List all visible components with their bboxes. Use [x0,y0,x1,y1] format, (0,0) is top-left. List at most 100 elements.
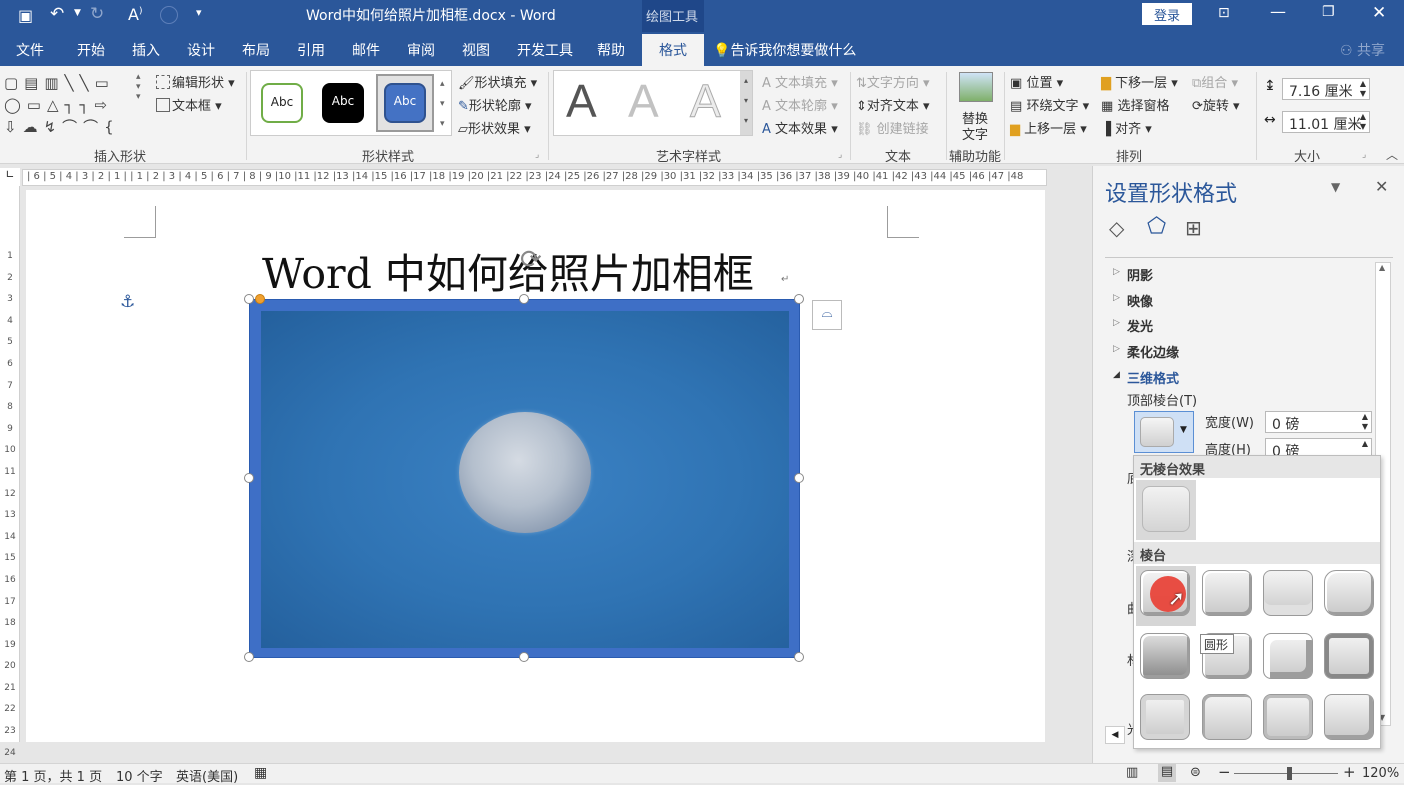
zoom-in-icon[interactable]: + [1343,763,1356,781]
zoom-slider-thumb[interactable] [1287,767,1292,780]
resize-handle[interactable] [244,652,254,662]
language[interactable]: 英语(美国) [176,766,238,785]
undo-icon[interactable]: ↶ [50,4,64,24]
tab-review[interactable]: 审阅 [407,40,435,60]
print-layout-icon[interactable]: ▤ [1158,764,1176,782]
text-box-button[interactable]: 文本框 ▾ [156,95,222,114]
resize-handle[interactable] [794,652,804,662]
minimize-icon[interactable]: — [1270,2,1286,21]
zoom-slider[interactable] [1234,773,1338,774]
tab-insert[interactable]: 插入 [132,40,160,60]
horizontal-ruler[interactable]: | 6 | 5 | 4 | 3 | 2 | 1 | | 1 | 2 | 3 | … [22,169,1047,186]
wordart-style-option[interactable]: A [628,74,659,128]
scroll-left-icon[interactable]: ◀ [1105,726,1125,744]
share-button[interactable]: ⚇ 共享 [1340,40,1385,60]
save-icon[interactable]: ▣ [18,6,33,25]
resize-handle[interactable] [519,652,529,662]
tab-design[interactable]: 设计 [187,40,215,60]
effects-icon[interactable]: ⬠ [1147,214,1166,239]
dialog-launcher-icon[interactable]: ⌟ [535,150,539,160]
bevel-option[interactable] [1263,570,1313,616]
section-glow[interactable]: 发光 [1127,316,1153,335]
rotate-handle-icon[interactable]: ⟳ [520,245,542,275]
document-heading[interactable]: Word 中如何给照片加相框 [262,240,754,300]
shape-fill-button[interactable]: 🖌形状填充 ▾ [458,72,537,91]
dialog-launcher-icon[interactable]: ⌟ [1362,150,1366,160]
bevel-option[interactable] [1202,694,1252,740]
pane-options-icon[interactable]: ▼ [1331,180,1340,194]
pane-close-icon[interactable]: ✕ [1375,177,1388,196]
tab-format[interactable]: 格式 [642,34,704,66]
touch-mode-icon[interactable] [160,6,178,24]
rotate-button[interactable]: ⟳旋转 ▾ [1192,95,1240,114]
scroll-up-icon[interactable]: ▲ [1379,263,1385,272]
shape-style-option[interactable]: Abc [322,83,364,123]
customize-qat-icon[interactable]: ▾ [196,6,202,19]
shape-gallery[interactable]: ▢▤▥╲╲▭ ◯▭△┐┐⇨ ⇩☁↯⌒⌒{ [4,72,150,136]
vertical-ruler[interactable]: 1 2 3 4 5 6 7 8 9 10 11 12 13 14 15 16 17 18 19 20 21 22 23 24 [0,186,20,758]
align-button[interactable]: ▐ 对齐 ▾ [1101,118,1152,137]
gallery-scroll-icon[interactable]: ▴ ▾ ▾ [740,71,752,135]
shape-outline-button[interactable]: ✎形状轮廓 ▾ [458,95,532,114]
fill-line-icon[interactable]: ◇ [1109,216,1124,240]
macro-record-icon[interactable]: ▦ [254,765,267,781]
tab-layout[interactable]: 布局 [242,40,270,60]
anchor-icon[interactable]: ⚓ [120,292,135,312]
top-bevel-dropdown[interactable]: ▼ [1134,411,1194,453]
login-button[interactable]: 登录 [1142,3,1192,25]
tab-file[interactable]: 文件 [16,40,44,60]
shape-style-option[interactable]: Abc [261,83,303,123]
dialog-launcher-icon[interactable]: ⌟ [838,150,842,160]
section-soft-edges[interactable]: 柔化边缘 [1127,342,1179,361]
bevel-option[interactable] [1202,570,1252,616]
zoom-out-icon[interactable]: − [1218,763,1231,781]
read-mode-icon[interactable]: ▥ [1126,765,1138,780]
resize-handle[interactable] [519,294,529,304]
adjust-handle[interactable] [255,294,265,304]
word-count[interactable]: 10 个字 [116,766,163,785]
alt-text-button-line2[interactable]: 文字 [962,124,988,143]
bevel-width-input[interactable]: 0 磅 ▲ ▼ [1265,411,1372,433]
page-count[interactable]: 第 1 页，共 1 页 [4,766,102,785]
text-effects-button[interactable]: A 文本效果 ▾ [762,118,838,137]
shape-effects-button[interactable]: ▱形状效果 ▾ [458,118,531,137]
framed-picture[interactable] [249,299,800,658]
read-aloud-icon[interactable]: A) [128,5,142,24]
gallery-scroll-icon[interactable]: ▴ ▾ ▾ [136,72,141,102]
resize-handle[interactable] [794,473,804,483]
bevel-option[interactable] [1263,694,1313,740]
send-backward-button[interactable]: ▇ 下移一层 ▾ [1101,72,1178,91]
shape-style-option-selected[interactable]: Abc [384,83,426,123]
bevel-option[interactable] [1140,633,1190,679]
section-3d-format[interactable]: 三维格式 [1127,368,1179,387]
size-properties-icon[interactable]: ⊞ [1185,216,1202,240]
tab-view[interactable]: 视图 [462,40,490,60]
bevel-option[interactable] [1324,633,1374,679]
align-text-button[interactable]: ⇕对齐文本 ▾ [856,95,930,114]
tab-help[interactable]: 帮助 [597,40,625,60]
tab-mailings[interactable]: 邮件 [352,40,380,60]
tab-home[interactable]: 开始 [77,40,105,60]
alt-text-icon[interactable] [959,72,993,102]
resize-handle[interactable] [794,294,804,304]
wrap-text-button[interactable]: ▤ 环绕文字 ▾ [1010,95,1089,114]
tell-me-search[interactable]: 💡告诉我你想要做什么 [713,40,856,60]
tab-selector-icon[interactable]: ∟ [0,168,20,186]
document-page[interactable]: Word 中如何给照片加相框 ⟳ ↵ ⚓ ⌓ [26,190,1045,742]
shape-height-input[interactable]: 7.16 厘米 ▲ ▼ [1282,78,1370,100]
zoom-level[interactable]: 120% [1362,766,1399,781]
bevel-option[interactable] [1140,694,1190,740]
resize-handle[interactable] [244,473,254,483]
no-bevel-option[interactable] [1136,480,1196,540]
position-button[interactable]: ▣ 位置 ▾ [1010,72,1063,91]
web-layout-icon[interactable]: ⊜ [1190,765,1201,780]
bevel-option[interactable] [1263,633,1313,679]
section-reflection[interactable]: 映像 [1127,291,1153,310]
resize-handle[interactable] [244,294,254,304]
section-shadow[interactable]: 阴影 [1127,265,1153,284]
wordart-style-option[interactable]: A [690,74,722,128]
gallery-scroll-icon[interactable]: ▴ ▾ ▾ [440,74,445,134]
bring-forward-button[interactable]: ▆ 上移一层 ▾ [1010,118,1087,137]
undo-dropdown-icon[interactable]: ▼ [74,8,81,18]
close-icon[interactable]: ✕ [1372,3,1386,23]
